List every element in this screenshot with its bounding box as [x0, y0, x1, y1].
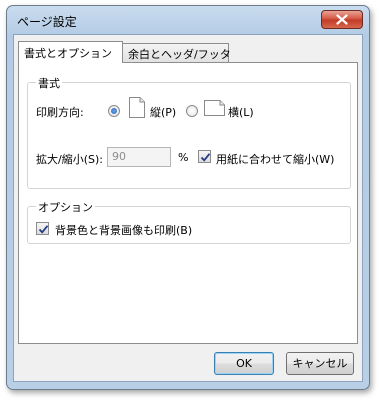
- format-group: 書式 印刷方向: 縦(P) 横(L) 拡大/縮小(S): 90 % 用紙に合わせ…: [27, 75, 351, 189]
- orientation-label: 印刷方向:: [36, 106, 84, 119]
- landscape-label[interactable]: 横(L): [228, 104, 254, 120]
- scale-label: 拡大/縮小(S):: [36, 153, 103, 166]
- print-background-label[interactable]: 背景色と背景画像も印刷(B): [55, 222, 192, 238]
- landscape-radio[interactable]: [186, 105, 198, 117]
- tab-panel-format-options: 書式 印刷方向: 縦(P) 横(L) 拡大/縮小(S): 90 % 用紙に合わせ…: [18, 62, 358, 344]
- close-icon: [336, 14, 348, 25]
- tab-label: 書式とオプション: [24, 47, 112, 60]
- scale-input[interactable]: 90: [107, 147, 171, 167]
- page-setup-dialog: ページ設定 書式とオプション 余白とヘッダ/フッタ 書式 印刷方向: 縦(P) …: [6, 5, 370, 390]
- checkmark-icon: [200, 153, 211, 162]
- options-group: オプション 背景色と背景画像も印刷(B): [27, 199, 351, 244]
- landscape-page-icon: [204, 100, 225, 116]
- tab-margins-header-footer[interactable]: 余白とヘッダ/フッタ: [122, 43, 231, 62]
- dialog-title: ページ設定: [17, 15, 77, 29]
- portrait-label[interactable]: 縦(P): [150, 104, 176, 120]
- shrink-to-fit-label[interactable]: 用紙に合わせて縮小(W): [216, 151, 334, 167]
- cancel-button[interactable]: キャンセル: [286, 352, 354, 375]
- checkmark-icon: [38, 225, 49, 234]
- shrink-to-fit-checkbox[interactable]: [198, 150, 211, 163]
- portrait-radio[interactable]: [108, 105, 120, 117]
- close-button[interactable]: [321, 10, 363, 29]
- print-background-checkbox[interactable]: [36, 222, 49, 235]
- tab-format-options[interactable]: 書式とオプション: [18, 41, 123, 63]
- format-group-title: 書式: [36, 75, 62, 91]
- ok-button[interactable]: OK: [214, 352, 274, 375]
- portrait-page-icon: [129, 97, 145, 118]
- title-bar[interactable]: ページ設定: [7, 6, 369, 34]
- dialog-body: 書式とオプション 余白とヘッダ/フッタ 書式 印刷方向: 縦(P) 横(L) 拡…: [13, 34, 363, 382]
- tab-label: 余白とヘッダ/フッタ: [128, 48, 231, 61]
- options-group-title: オプション: [36, 199, 95, 215]
- scale-unit: %: [178, 151, 189, 164]
